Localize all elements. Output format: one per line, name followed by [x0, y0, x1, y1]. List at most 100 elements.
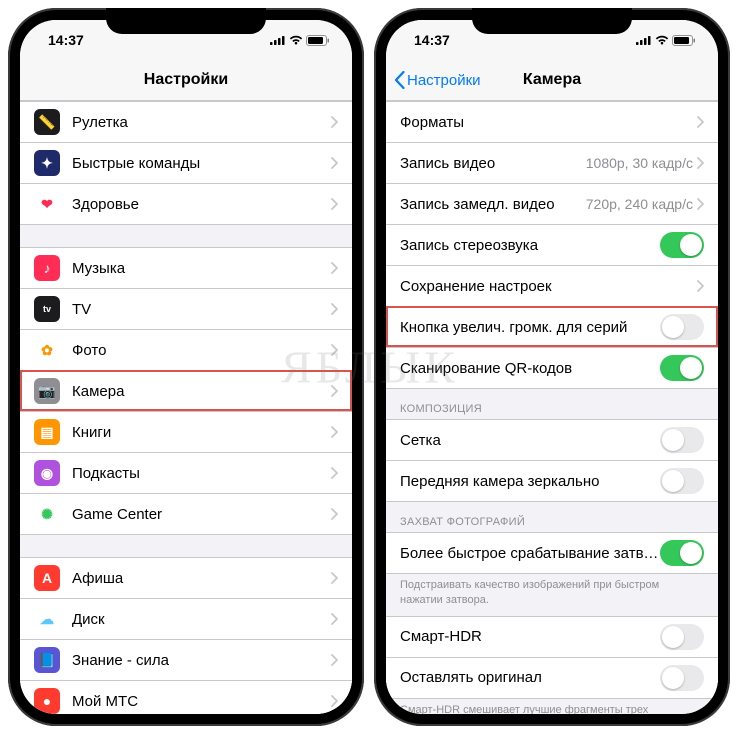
toggle-qr[interactable]: [660, 355, 704, 381]
phone-right: 14:37 Настройки Камера ФорматыЗапись вид…: [374, 8, 730, 726]
phone-left: 14:37 Настройки 📏 Рулетка ✦ Быстрые команды…: [8, 8, 364, 726]
chevron-right-icon: [697, 157, 704, 169]
roulette-icon: 📏: [34, 109, 60, 135]
camera-row-fast-shutter[interactable]: Более быстрое срабатывание затвора: [386, 532, 718, 574]
camera-row-formats[interactable]: Форматы: [386, 101, 718, 142]
disk-icon: ☁: [34, 606, 60, 632]
chevron-right-icon: [331, 262, 338, 274]
chevron-right-icon: [331, 613, 338, 625]
camera-row-video[interactable]: Запись видео1080p, 30 кадр/с: [386, 142, 718, 183]
camera-row-volume-burst[interactable]: Кнопка увелич. громк. для серий: [386, 306, 718, 347]
row-label: Смарт-HDR: [400, 628, 660, 645]
podcasts-icon: ◉: [34, 460, 60, 486]
row-label: Оставлять оригинал: [400, 669, 660, 686]
settings-row-afisha[interactable]: AАфиша: [20, 557, 352, 598]
chevron-right-icon: [331, 303, 338, 315]
camera-row-mirror[interactable]: Передняя камера зеркально: [386, 460, 718, 502]
camera-row-qr[interactable]: Сканирование QR-кодов: [386, 347, 718, 389]
chevron-right-icon: [331, 654, 338, 666]
row-label: Быстрые команды: [72, 155, 331, 172]
camera-row-keep-original[interactable]: Оставлять оригинал: [386, 657, 718, 699]
settings-row-disk[interactable]: ☁ Диск: [20, 598, 352, 639]
footer-hdr: Смарт-HDR смешивает лучшие фрагменты тре…: [386, 699, 718, 714]
row-value: 1080p, 30 кадр/с: [586, 155, 693, 171]
settings-row-tv[interactable]: tv TV: [20, 288, 352, 329]
status-indicators: [636, 35, 696, 46]
status-time: 14:37: [48, 32, 84, 48]
row-label: Камера: [72, 383, 331, 400]
row-label: Кнопка увелич. громк. для серий: [400, 319, 660, 336]
camera-row-grid[interactable]: Сетка: [386, 419, 718, 460]
row-value: 720p, 240 кадр/с: [586, 196, 693, 212]
camera-row-slomo[interactable]: Запись замедл. видео720p, 240 кадр/с: [386, 183, 718, 224]
signal-icon: [636, 35, 652, 45]
chevron-right-icon: [331, 198, 338, 210]
chevron-right-icon: [331, 572, 338, 584]
chevron-right-icon: [331, 385, 338, 397]
toggle-keep-original[interactable]: [660, 665, 704, 691]
camera-row-stereo[interactable]: Запись стереозвука: [386, 224, 718, 265]
settings-row-books[interactable]: ▤ Книги: [20, 411, 352, 452]
chevron-right-icon: [331, 695, 338, 707]
status-indicators: [270, 35, 330, 46]
settings-row-shortcuts[interactable]: ✦ Быстрые команды: [20, 142, 352, 183]
row-label: Более быстрое срабатывание затвора: [400, 545, 660, 562]
row-label: Музыка: [72, 260, 331, 277]
camera-row-preserve[interactable]: Сохранение настроек: [386, 265, 718, 306]
toggle-grid[interactable]: [660, 427, 704, 453]
section-header-capture: ЗАХВАТ ФОТОГРАФИЙ: [386, 502, 718, 532]
toggle-volume-burst[interactable]: [660, 314, 704, 340]
settings-row-music[interactable]: ♪ Музыка: [20, 247, 352, 288]
screen-left: 14:37 Настройки 📏 Рулетка ✦ Быстрые команды…: [20, 20, 352, 714]
row-label: Game Center: [72, 506, 331, 523]
tv-icon: tv: [34, 296, 60, 322]
row-label: Сканирование QR-кодов: [400, 360, 660, 377]
toggle-smart-hdr[interactable]: [660, 624, 704, 650]
settings-list[interactable]: 📏 Рулетка ✦ Быстрые команды ❤Здоровье ♪ Музык…: [20, 101, 352, 714]
battery-icon: [306, 35, 330, 46]
camera-row-smart-hdr[interactable]: Смарт-HDR: [386, 616, 718, 657]
signal-icon: [270, 35, 286, 45]
settings-row-camera[interactable]: 📷Камера: [20, 370, 352, 411]
row-label: Мой МТС: [72, 693, 331, 710]
row-label: Диск: [72, 611, 331, 628]
afisha-icon: A: [34, 565, 60, 591]
settings-row-znanie[interactable]: 📘Знание - сила: [20, 639, 352, 680]
row-label: Запись стереозвука: [400, 237, 660, 254]
settings-row-photos[interactable]: ✿Фото: [20, 329, 352, 370]
chevron-right-icon: [331, 157, 338, 169]
navbar-left: Настройки: [20, 60, 352, 101]
settings-row-health[interactable]: ❤Здоровье: [20, 183, 352, 225]
row-label: Книги: [72, 424, 331, 441]
row-label: TV: [72, 301, 331, 318]
settings-row-mts[interactable]: ● Мой МТС: [20, 680, 352, 714]
toggle-fast-shutter[interactable]: [660, 540, 704, 566]
mts-icon: ●: [34, 688, 60, 714]
row-label: Подкасты: [72, 465, 331, 482]
footer-fast-shutter: Подстраивать качество изображений при бы…: [386, 574, 718, 616]
chevron-right-icon: [331, 344, 338, 356]
toggle-stereo[interactable]: [660, 232, 704, 258]
back-button[interactable]: Настройки: [394, 71, 481, 89]
chevron-right-icon: [697, 116, 704, 128]
page-title: Настройки: [144, 71, 228, 89]
toggle-mirror[interactable]: [660, 468, 704, 494]
books-icon: ▤: [34, 419, 60, 445]
row-label: Рулетка: [72, 114, 331, 131]
settings-row-podcasts[interactable]: ◉ Подкасты: [20, 452, 352, 493]
settings-row-roulette[interactable]: 📏 Рулетка: [20, 101, 352, 142]
chevron-right-icon: [331, 467, 338, 479]
notch: [472, 8, 632, 34]
music-icon: ♪: [34, 255, 60, 281]
screen-right: 14:37 Настройки Камера ФорматыЗапись вид…: [386, 20, 718, 714]
camera-settings-list[interactable]: ФорматыЗапись видео1080p, 30 кадр/сЗапис…: [386, 101, 718, 714]
settings-row-gamecenter[interactable]: ✺Game Center: [20, 493, 352, 535]
row-label: Сохранение настроек: [400, 278, 697, 295]
row-label: Сетка: [400, 432, 660, 449]
wifi-icon: [289, 35, 303, 45]
page-title: Камера: [523, 71, 581, 89]
status-time: 14:37: [414, 32, 450, 48]
chevron-right-icon: [331, 508, 338, 520]
shortcuts-icon: ✦: [34, 150, 60, 176]
row-label: Передняя камера зеркально: [400, 473, 660, 490]
